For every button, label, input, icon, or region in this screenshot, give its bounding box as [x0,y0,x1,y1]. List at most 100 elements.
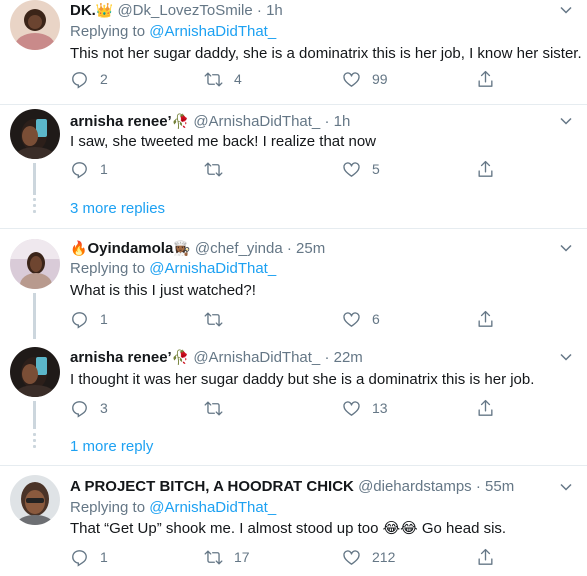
display-name[interactable]: A PROJECT BITCH, A HOODRAT CHICK [70,478,354,495]
tweet[interactable]: DK.👑 @Dk_LovezToSmile · 1h Replying to @… [0,0,587,104]
chef-emoji: 👩🏾‍🍳 [173,240,191,256]
reply-button[interactable]: 3 [70,397,108,419]
rose-emoji: 🥀 [171,349,190,365]
replying-to-label: Replying to [70,260,146,277]
show-more-replies-link[interactable]: 1 more reply [70,438,153,456]
tweet[interactable]: 🔥Oyindamola👩🏾‍🍳 @chef_yinda · 25m Replyi… [0,229,587,339]
share-button[interactable] [476,158,506,180]
thread-line [33,293,36,339]
share-button[interactable] [476,546,506,568]
display-name[interactable]: arnisha renee’ [70,113,172,130]
reply-button[interactable]: 1 [70,546,108,568]
chevron-down-icon[interactable] [559,241,573,255]
user-handle[interactable]: @ArnishaDidThat_ [193,113,320,130]
thread-line [33,163,36,195]
retweet-icon [204,549,223,565]
avatar[interactable] [10,109,60,159]
replying-to-handle[interactable]: @ArnishaDidThat_ [149,260,276,277]
chevron-down-icon[interactable] [559,350,573,364]
display-name[interactable]: Oyindamola [87,240,173,257]
retweet-icon [204,71,223,87]
retweet-button[interactable] [204,397,234,419]
timestamp[interactable]: 1h [266,2,283,19]
reply-icon [72,71,87,89]
timestamp[interactable]: 22m [334,349,363,366]
timestamp[interactable]: 25m [296,240,325,257]
replying-to-handle[interactable]: @ArnishaDidThat_ [149,499,276,516]
reply-icon [72,400,87,418]
tweet[interactable]: A PROJECT BITCH, A HOODRAT CHICK @diehar… [0,466,587,576]
separator-dot: · [324,349,330,366]
tweet-header: arnisha renee’🥀 @ArnishaDidThat_ · 1h [70,112,350,131]
replying-to: Replying to @ArnishaDidThat_ [70,260,276,278]
avatar[interactable] [10,347,60,397]
chevron-down-icon[interactable] [559,114,573,128]
user-handle[interactable]: @Dk_LovezToSmile [117,2,252,19]
avatar[interactable] [10,475,60,525]
fire-emoji: 🔥 [70,240,88,256]
display-name[interactable]: arnisha renee’ [70,349,172,366]
share-button[interactable] [476,68,506,90]
like-button[interactable]: 99 [342,68,388,90]
replying-to-label: Replying to [70,23,146,40]
crown-emoji: 👑 [95,2,114,18]
share-button[interactable] [476,308,506,330]
separator-dot: · [324,113,330,130]
show-more-replies[interactable]: 3 more replies [0,196,587,224]
rose-emoji: 🥀 [171,113,190,129]
reply-count: 1 [100,549,108,565]
avatar[interactable] [10,239,60,289]
chevron-down-icon[interactable] [559,3,573,17]
separator-dot: · [475,478,481,495]
tweet[interactable]: arnisha renee’🥀 @ArnishaDidThat_ · 22m I… [0,339,587,429]
reply-icon [72,311,87,329]
user-handle[interactable]: @chef_yinda [195,240,283,257]
retweet-button[interactable] [204,158,234,180]
like-count: 212 [372,549,396,565]
chevron-down-icon[interactable] [559,480,573,494]
timestamp[interactable]: 55m [485,478,514,495]
heart-icon [343,549,360,565]
like-button[interactable]: 13 [342,397,388,419]
reply-count: 1 [100,161,108,177]
reply-icon [72,161,87,179]
replying-to-label: Replying to [70,499,146,516]
thread-dots [33,433,36,451]
retweet-icon [204,400,223,416]
tweet[interactable]: arnisha renee’🥀 @ArnishaDidThat_ · 1h I … [0,105,587,195]
user-handle[interactable]: @ArnishaDidThat_ [193,349,320,366]
like-button[interactable]: 212 [342,546,395,568]
tweet-text: What is this I just watched?! [70,282,256,299]
retweet-count: 4 [234,71,242,87]
timestamp[interactable]: 1h [334,113,351,130]
share-button[interactable] [476,397,506,419]
tweet-text: That “Get Up” shook me. I almost stood u… [70,520,507,537]
tweet-header: DK.👑 @Dk_LovezToSmile · 1h [70,1,283,20]
like-button[interactable]: 6 [342,308,380,330]
retweet-button[interactable] [204,308,234,330]
heart-icon [343,311,360,327]
like-button[interactable]: 5 [342,158,380,180]
reply-count: 1 [100,311,108,327]
replying-to-handle[interactable]: @ArnishaDidThat_ [149,23,276,40]
user-handle[interactable]: @diehardstamps [358,478,472,495]
separator-dot: · [256,2,262,19]
reply-button[interactable]: 1 [70,308,108,330]
avatar[interactable] [10,0,60,50]
retweet-button[interactable]: 4 [204,68,242,90]
reply-count: 2 [100,71,108,87]
show-more-replies-link[interactable]: 3 more replies [70,200,165,218]
reply-icon [72,549,87,567]
like-count: 13 [372,400,388,416]
reply-count: 3 [100,400,108,416]
retweet-button[interactable]: 17 [204,546,250,568]
share-icon [478,548,493,565]
like-count: 6 [372,311,380,327]
show-more-replies[interactable]: 1 more reply [0,431,587,459]
display-name[interactable]: DK. [70,2,96,19]
heart-icon [343,161,360,177]
tweet-text: I saw, she tweeted me back! I realize th… [70,133,376,150]
reply-button[interactable]: 2 [70,68,108,90]
tweet-text: I thought it was her sugar daddy but she… [70,371,535,388]
reply-button[interactable]: 1 [70,158,108,180]
